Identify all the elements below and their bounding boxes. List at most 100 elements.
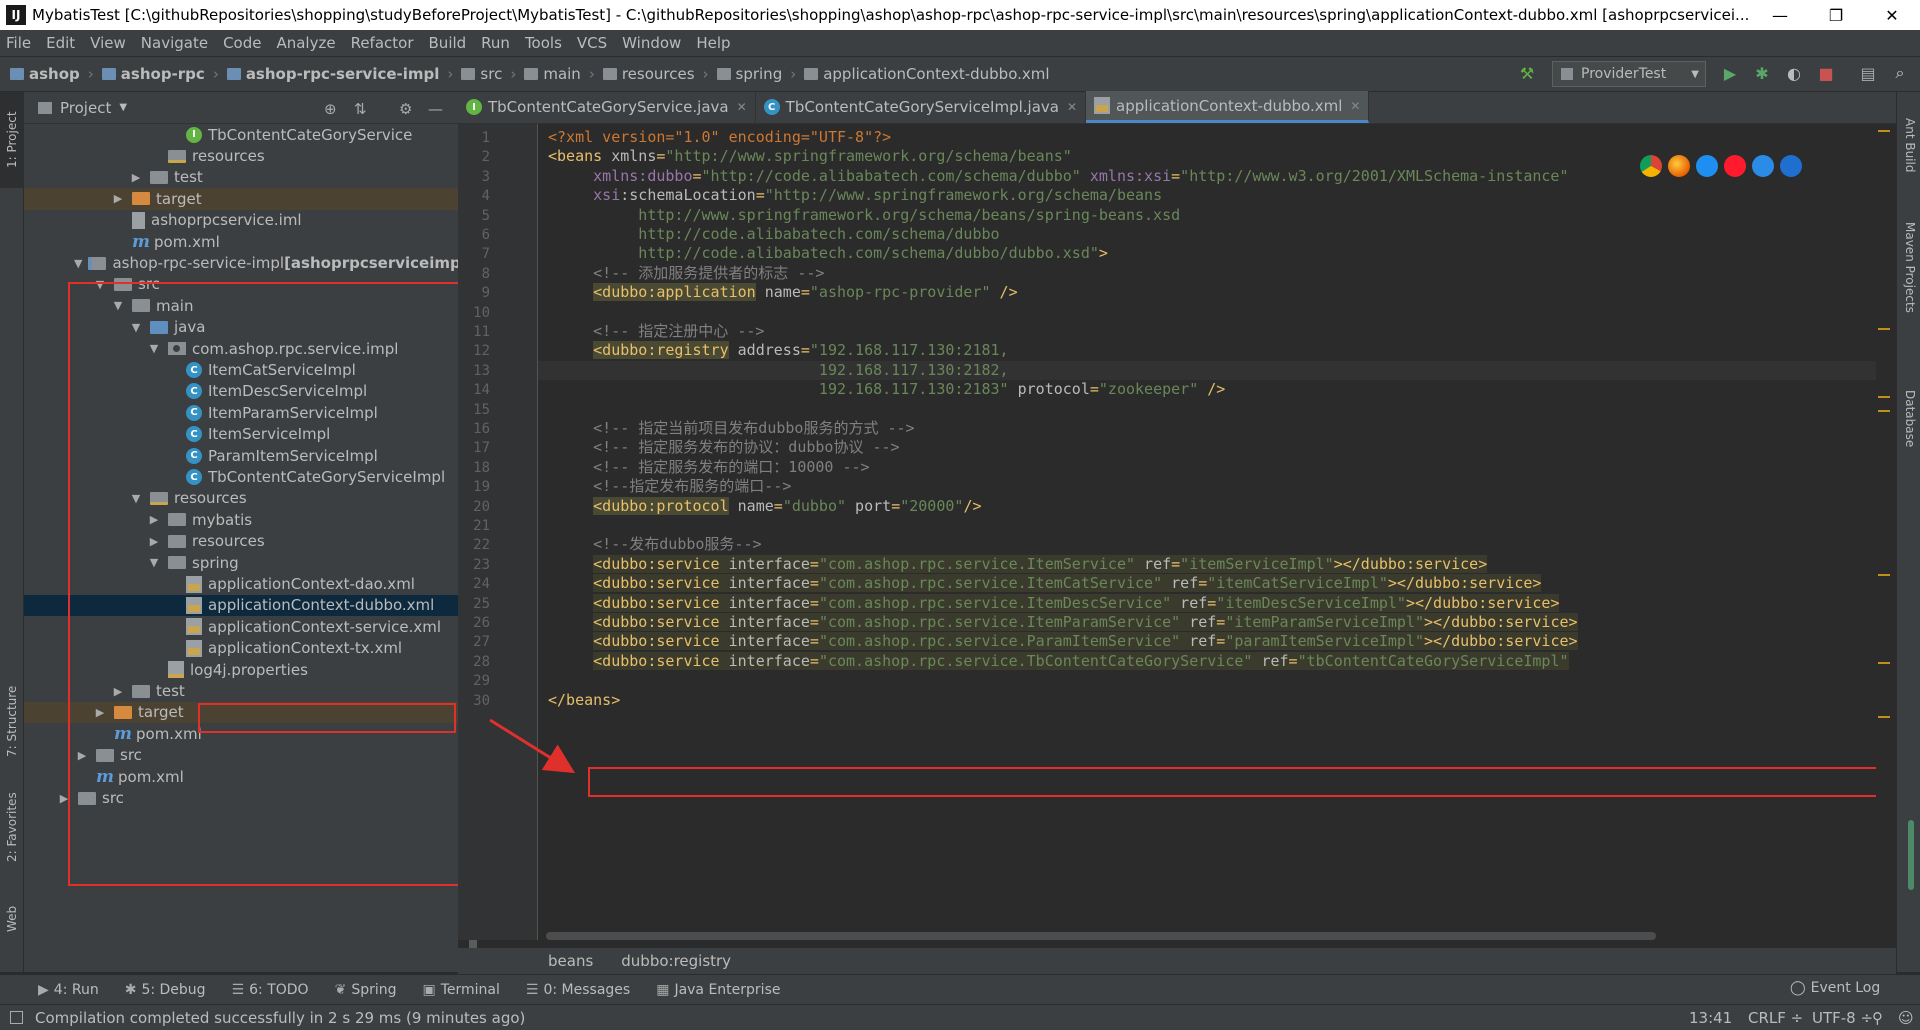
menu-tools[interactable]: Tools (525, 34, 562, 52)
code-line[interactable]: <dubbo:service interface="com.ashop.rpc.… (548, 632, 1578, 651)
chrome-icon[interactable] (1640, 155, 1662, 177)
tree-item[interactable]: applicationContext-service.xml (24, 616, 458, 637)
expand-down-icon[interactable]: ▼ (146, 556, 162, 569)
editor-horizontal-scrollbar[interactable] (546, 932, 1656, 940)
expand-right-icon[interactable]: ▶ (128, 171, 144, 184)
tree-item[interactable]: ▶ resources (24, 531, 458, 552)
caret-position[interactable]: 13:41 (1689, 1009, 1732, 1027)
scroll-marker[interactable] (1878, 410, 1890, 412)
tool-window-button[interactable]: ❦ Spring (335, 982, 397, 998)
expand-right-icon[interactable]: ▶ (146, 513, 162, 526)
tree-item[interactable]: C TbContentCateGoryServiceImpl (24, 466, 458, 487)
code-line[interactable]: </beans> (548, 691, 620, 710)
tree-item[interactable]: C ItemCatServiceImpl (24, 359, 458, 380)
tree-item[interactable]: ashoprpcservice.iml (24, 210, 458, 231)
close-tab-icon[interactable]: ✕ (1350, 99, 1360, 113)
breadcrumb-item[interactable]: src › (461, 65, 516, 83)
opera-icon[interactable] (1724, 155, 1746, 177)
code-line[interactable]: http://code.alibabatech.com/schema/dubbo… (548, 244, 1108, 263)
code-editor[interactable]: <?xml version="1.0" encoding="UTF-8"?> <b… (538, 124, 1876, 940)
coverage-icon[interactable]: ◐ (1784, 63, 1804, 83)
tree-item[interactable]: ▶ target (24, 188, 458, 210)
expand-down-icon[interactable]: ▼ (74, 257, 82, 270)
code-line[interactable]: <dubbo:protocol name="dubbo" port="20000… (548, 496, 982, 516)
structure-tool-label[interactable]: 7: Structure (5, 686, 19, 757)
close-tab-icon[interactable]: ✕ (737, 100, 747, 114)
breadcrumb-item[interactable]: ashop-rpc › (101, 65, 219, 83)
tree-item[interactable]: ▼ main (24, 295, 458, 316)
tool-window-button[interactable]: ✱ 5: Debug (125, 982, 206, 998)
expand-down-icon[interactable]: ▼ (146, 342, 162, 355)
project-panel-title[interactable]: Project (60, 99, 111, 117)
minimize-button[interactable]: — (1752, 6, 1808, 25)
code-line[interactable]: <beans xmlns="http://www.springframework… (548, 147, 1072, 166)
tool-window-button[interactable]: ▶ 4: Run (38, 982, 99, 998)
tree-item[interactable]: C ItemDescServiceImpl (24, 381, 458, 402)
vertical-scroll-thumb[interactable] (1908, 820, 1914, 890)
tree-item[interactable]: ▶ test (24, 167, 458, 188)
expand-right-icon[interactable]: ▶ (74, 749, 90, 762)
menu-file[interactable]: File (6, 34, 31, 52)
tree-item[interactable]: m pom.xml (24, 231, 458, 252)
code-line[interactable]: xsi:schemaLocation="http://www.springfra… (548, 186, 1162, 205)
tool-window-button[interactable]: ▣ Terminal (423, 982, 500, 998)
tree-item[interactable]: ▼ src (24, 274, 458, 295)
tree-item[interactable]: C ParamItemServiceImpl (24, 445, 458, 466)
run-icon[interactable]: ▶ (1720, 63, 1740, 83)
code-line[interactable]: <dubbo:service interface="com.ashop.rpc.… (548, 613, 1578, 632)
tree-item[interactable]: ▼ resources (24, 488, 458, 509)
code-line[interactable]: <!--发布dubbo服务--> (548, 535, 761, 554)
firefox-icon[interactable] (1668, 155, 1690, 177)
expand-right-icon[interactable]: ▶ (110, 192, 126, 205)
expand-right-icon[interactable]: ▶ (110, 685, 126, 698)
menu-refactor[interactable]: Refactor (351, 34, 414, 52)
editor-tab[interactable]: applicationContext-dubbo.xml ✕ (1086, 91, 1370, 123)
tree-item[interactable]: resources (24, 145, 458, 166)
code-line[interactable]: http://code.alibabatech.com/schema/dubbo (548, 225, 999, 244)
close-tab-icon[interactable]: ✕ (1067, 100, 1077, 114)
project-tool-label[interactable]: 1: Project (5, 111, 19, 168)
tree-item[interactable]: ▶ target (24, 701, 458, 724)
tree-item[interactable]: I TbContentCateGoryService (24, 124, 458, 145)
code-line[interactable]: <dubbo:registry address="192.168.117.130… (548, 341, 1009, 360)
expand-down-icon[interactable]: ▼ (128, 492, 144, 505)
breadcrumb-item[interactable]: applicationContext-dubbo.xml (804, 65, 1050, 83)
scroll-marker[interactable] (1878, 574, 1890, 576)
code-line[interactable]: <!-- 指定服务发布的端口：10000 --> (548, 458, 869, 477)
code-line[interactable]: <!-- 指定注册中心 --> (548, 322, 764, 341)
tree-item[interactable]: ▼ spring (24, 552, 458, 573)
scroll-marker[interactable] (1878, 716, 1890, 718)
chevron-down-icon[interactable]: ▼ (119, 102, 127, 113)
menu-build[interactable]: Build (429, 34, 467, 52)
code-line[interactable]: <!-- 指定当前项目发布dubbo服务的方式 --> (548, 419, 914, 438)
inspector-icon[interactable]: ☺ (1898, 1009, 1914, 1027)
menu-edit[interactable]: Edit (46, 34, 75, 52)
menu-help[interactable]: Help (696, 34, 730, 52)
tree-item[interactable]: ▶ test (24, 680, 458, 701)
breadcrumb-item[interactable]: main › (524, 65, 595, 83)
menu-view[interactable]: View (90, 34, 126, 52)
scroll-marker[interactable] (1878, 662, 1890, 664)
tree-item[interactable]: ▶ mybatis (24, 509, 458, 530)
tool-window-button[interactable]: ▦ Java Enterprise (656, 982, 780, 998)
code-line[interactable]: <!-- 添加服务提供者的标志 --> (548, 264, 824, 283)
lock-icon[interactable]: ⚲ (1872, 1009, 1883, 1027)
warning-marker[interactable] (1878, 130, 1890, 132)
hide-panel-icon[interactable]: — (428, 100, 443, 118)
expand-right-icon[interactable]: ▶ (146, 535, 162, 548)
code-line[interactable]: http://www.springframework.org/schema/be… (548, 206, 1180, 225)
menu-run[interactable]: Run (481, 34, 510, 52)
menu-analyze[interactable]: Analyze (276, 34, 335, 52)
locate-file-icon[interactable]: ⊕ (324, 100, 337, 118)
expand-right-icon[interactable]: ▶ (92, 706, 108, 719)
code-line[interactable]: <dubbo:service interface="com.ashop.rpc.… (548, 651, 1569, 671)
tree-item[interactable]: applicationContext-dao.xml (24, 573, 458, 594)
tree-item[interactable]: ▼ ashop-rpc-service-impl [ashoprpcservice… (24, 252, 458, 273)
web-tool-label[interactable]: Web (5, 906, 19, 932)
code-line[interactable]: 192.168.117.130:2182, (538, 360, 1876, 381)
tree-item[interactable]: applicationContext-tx.xml (24, 638, 458, 659)
tree-item[interactable]: applicationContext-dubbo.xml (24, 594, 458, 617)
editor-tab[interactable]: I TbContentCateGoryService.java ✕ (458, 91, 756, 123)
code-line[interactable]: <dubbo:service interface="com.ashop.rpc.… (548, 574, 1542, 593)
line-separator-select[interactable]: CRLF ÷ (1748, 1009, 1803, 1027)
